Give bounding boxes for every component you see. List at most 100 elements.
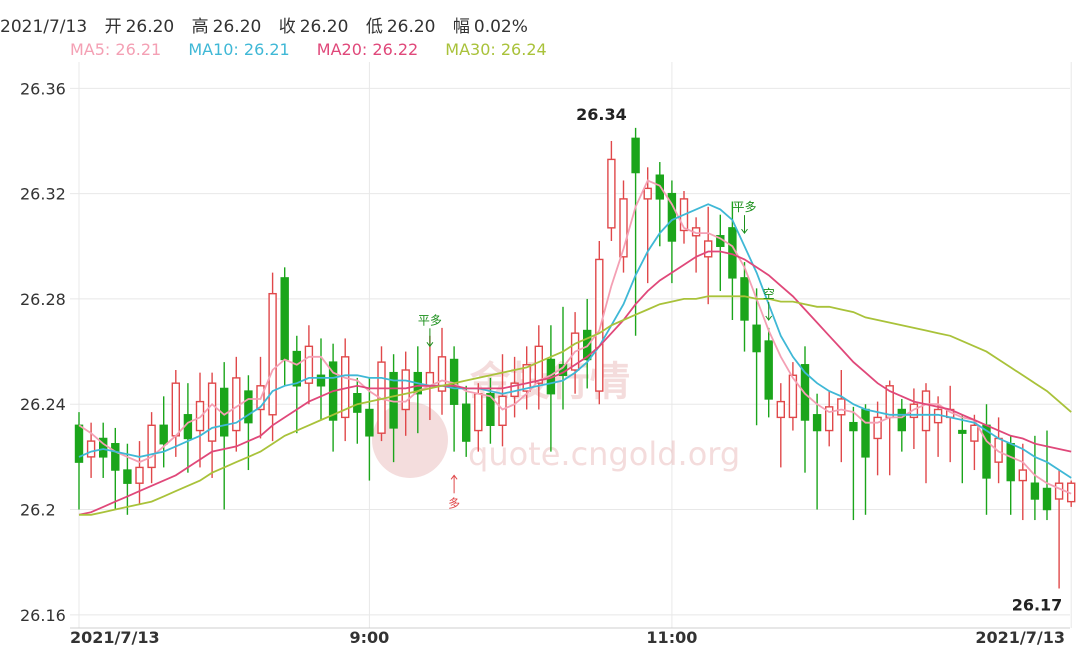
y-tick-label: 26.32 — [20, 185, 66, 204]
candle-body — [1030, 482, 1040, 500]
candle — [353, 377, 362, 444]
x-tick-label: 11:00 — [646, 628, 697, 645]
candle — [328, 343, 338, 452]
candles — [74, 127, 1076, 589]
candle — [159, 396, 168, 468]
candle — [885, 380, 894, 476]
candle-body — [970, 424, 979, 442]
candle — [849, 406, 858, 521]
candle-body — [207, 382, 217, 442]
candle — [812, 393, 822, 510]
candle-body — [123, 469, 132, 484]
candle — [704, 206, 713, 305]
signal-label: 多 — [448, 496, 460, 510]
candle — [897, 398, 906, 452]
candle — [449, 346, 459, 452]
candle-body — [958, 429, 967, 434]
candle-body — [1042, 487, 1052, 511]
candle-body — [764, 340, 773, 400]
candle — [921, 383, 931, 484]
candle — [377, 346, 386, 442]
candle-body — [474, 393, 483, 432]
extreme-label: 26.17 — [1012, 596, 1063, 615]
signal-label: 空 — [763, 287, 775, 301]
candle-body — [135, 466, 144, 484]
candle-body — [1018, 469, 1027, 482]
candle — [1006, 435, 1015, 515]
candle — [1042, 430, 1052, 521]
candle — [837, 370, 846, 463]
candle — [304, 325, 314, 405]
candle-body — [1054, 482, 1064, 500]
signal-label: 平多 — [418, 313, 442, 327]
x-tick-label: 9:00 — [350, 628, 390, 645]
candle — [546, 325, 556, 452]
candle-body — [921, 390, 931, 432]
candle-body — [159, 424, 168, 445]
candle-body — [631, 137, 640, 174]
x-tick-label: 2021/7/13 — [70, 628, 160, 645]
x-axis: 2021/7/13 9:00 11:00 2021/7/13 — [70, 627, 1070, 645]
candle-body — [462, 403, 471, 442]
candle — [219, 362, 229, 510]
candlestick-chart: 金投行情 quote.cngold.org 26.3626.3226.2826.… — [20, 62, 1076, 645]
candle — [280, 267, 289, 386]
candle-body — [316, 374, 326, 387]
y-tick-label: 26.24 — [20, 395, 66, 414]
candle-body — [268, 292, 277, 416]
grid — [70, 62, 1072, 628]
candle — [679, 190, 689, 244]
candle — [691, 217, 701, 273]
candle-body — [498, 395, 507, 426]
candle — [1066, 480, 1076, 507]
candle-body — [752, 324, 761, 353]
candle — [183, 383, 193, 473]
candle-body — [873, 416, 882, 440]
candle-body — [595, 258, 604, 392]
candle-body — [643, 187, 652, 200]
candle-body — [704, 240, 713, 258]
candle-body — [365, 408, 374, 437]
signal-label: 平多 — [732, 200, 756, 214]
candle-body — [607, 158, 616, 229]
candle — [268, 272, 277, 442]
candle-body — [861, 408, 870, 458]
y-tick-label: 26.28 — [20, 290, 66, 309]
candle — [607, 140, 616, 242]
candle — [171, 370, 181, 457]
candle — [752, 288, 761, 426]
candle-body — [111, 443, 120, 471]
y-axis: 26.36 26.32 26.28 26.24 26.2 26.16 — [20, 79, 66, 625]
candle-body — [849, 421, 858, 432]
candle-body — [292, 350, 301, 387]
y-tick-label: 26.2 — [20, 501, 56, 520]
extreme-label: 26.34 — [576, 105, 627, 124]
candle-body — [1006, 443, 1015, 482]
candle-body — [171, 382, 181, 437]
watermark-url: quote.cngold.org — [468, 435, 740, 473]
candle-body — [776, 400, 785, 419]
candle — [437, 327, 447, 415]
y-tick-label: 26.36 — [20, 79, 66, 98]
candle-body — [147, 424, 156, 469]
candle — [982, 404, 991, 515]
trade-signal: 平多 — [418, 313, 442, 348]
candle — [135, 441, 144, 505]
candle — [825, 391, 834, 447]
candle — [147, 412, 156, 484]
candle — [800, 346, 810, 473]
candle-body — [740, 277, 749, 321]
candle — [946, 385, 955, 463]
candle-body — [86, 440, 96, 458]
candle — [667, 180, 677, 284]
candle-body — [534, 345, 543, 384]
y-tick-label: 26.16 — [20, 606, 66, 625]
trade-signal: 多 — [448, 474, 460, 510]
candle-body — [837, 398, 846, 416]
candle-body — [897, 408, 906, 432]
candle — [207, 372, 217, 478]
candle — [111, 427, 120, 510]
x-tick-label: 2021/7/13 — [975, 628, 1065, 645]
candle — [195, 372, 205, 468]
candle-body — [401, 369, 410, 411]
